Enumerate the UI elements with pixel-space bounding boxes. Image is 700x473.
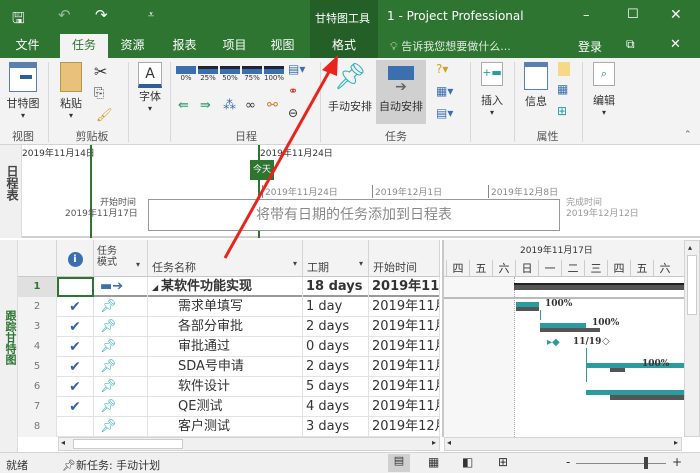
arrow-shaft xyxy=(223,69,332,259)
annotation-arrow xyxy=(223,55,338,259)
arrow-head xyxy=(322,55,338,76)
